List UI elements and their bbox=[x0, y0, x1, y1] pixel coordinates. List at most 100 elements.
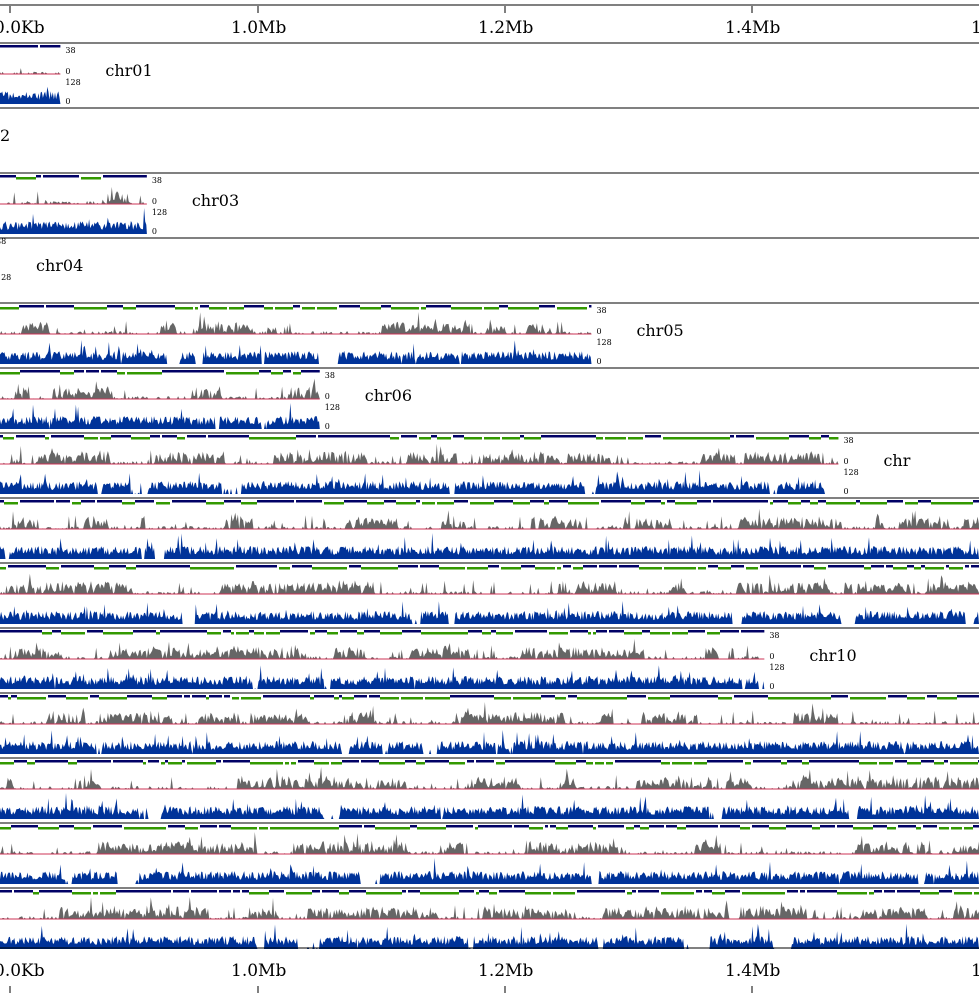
marker-block bbox=[24, 565, 34, 568]
marker-block bbox=[314, 695, 334, 698]
marker-block bbox=[180, 307, 193, 310]
marker-block bbox=[416, 762, 425, 765]
marker-block bbox=[695, 825, 711, 828]
marker-block bbox=[468, 630, 482, 633]
marker-block bbox=[627, 695, 646, 698]
marker-block bbox=[93, 892, 98, 895]
marker-block bbox=[113, 760, 131, 763]
marker-block bbox=[944, 760, 948, 763]
chromosome-label: chr04 bbox=[36, 256, 83, 275]
marker-block bbox=[931, 502, 945, 505]
marker-block bbox=[809, 760, 815, 763]
marker-block bbox=[173, 890, 189, 893]
marker-block bbox=[895, 760, 907, 763]
marker-block bbox=[918, 500, 931, 503]
marker-block bbox=[152, 697, 167, 700]
marker-block bbox=[123, 307, 136, 310]
marker-block bbox=[470, 502, 482, 505]
marker-block bbox=[244, 435, 249, 438]
marker-block bbox=[200, 762, 216, 765]
marker-block bbox=[792, 825, 812, 828]
bottom-coordinate-axis: 0.0Kb 1.0Mb 1.2Mb 1.4Mb 1 bbox=[0, 961, 979, 981]
marker-block bbox=[103, 632, 114, 635]
marker-block bbox=[25, 305, 44, 308]
marker-block bbox=[315, 630, 327, 633]
marker-block bbox=[93, 825, 111, 828]
marker-block bbox=[627, 565, 639, 568]
marker-block bbox=[568, 825, 576, 828]
marker-block bbox=[77, 760, 94, 763]
marker-block bbox=[148, 760, 159, 763]
marker-block bbox=[448, 632, 468, 635]
coverage-track bbox=[0, 403, 320, 429]
marker-block bbox=[581, 760, 586, 763]
marker-block bbox=[282, 695, 290, 698]
marker-block bbox=[582, 435, 596, 438]
marker-block bbox=[133, 630, 136, 633]
marker-block bbox=[264, 565, 277, 568]
marker-block bbox=[576, 825, 579, 828]
marker-block bbox=[476, 760, 494, 763]
marker-block bbox=[752, 825, 769, 828]
chromosome-label: chr06 bbox=[365, 386, 412, 405]
marker-block bbox=[111, 825, 122, 828]
marker-block bbox=[496, 632, 513, 635]
track-scale-label: 128 bbox=[152, 208, 167, 217]
track-scale-label: 128 bbox=[65, 78, 80, 87]
marker-block bbox=[339, 892, 349, 895]
marker-block bbox=[114, 632, 133, 635]
marker-block bbox=[499, 890, 514, 893]
marker-block bbox=[0, 435, 3, 438]
marker-block bbox=[608, 825, 614, 828]
marker-block bbox=[609, 890, 625, 893]
marker-block bbox=[353, 435, 371, 438]
marker-block bbox=[242, 827, 257, 830]
marker-block bbox=[175, 307, 180, 310]
marker-block bbox=[72, 892, 91, 895]
marker-block bbox=[570, 630, 579, 633]
marker-block bbox=[860, 502, 868, 505]
marker-block bbox=[572, 307, 587, 310]
marker-block bbox=[197, 567, 217, 570]
marker-block bbox=[0, 762, 9, 765]
marker-block bbox=[769, 827, 786, 830]
marker-block bbox=[209, 695, 222, 698]
marker-block bbox=[177, 437, 185, 440]
marker-block bbox=[569, 435, 582, 438]
marker-block bbox=[645, 500, 656, 503]
marker-block bbox=[667, 500, 675, 503]
axis-tick-label: 1.2Mb bbox=[478, 961, 533, 981]
track-scale-label: 38 bbox=[0, 237, 6, 246]
marker-block bbox=[172, 630, 181, 633]
marker-block bbox=[66, 697, 83, 700]
marker-block bbox=[939, 890, 952, 893]
marker-block bbox=[421, 632, 429, 635]
marker-block bbox=[624, 632, 642, 635]
marker-block bbox=[201, 370, 207, 373]
marker-block bbox=[765, 437, 783, 440]
axis-tick-label: 1.4Mb bbox=[725, 18, 780, 38]
marker-block bbox=[283, 370, 291, 373]
marker-block bbox=[554, 435, 569, 438]
track-scale-label: 38 bbox=[596, 306, 606, 315]
marker-block bbox=[712, 892, 725, 895]
marker-block bbox=[45, 437, 49, 440]
marker-block bbox=[568, 502, 586, 505]
marker-block bbox=[226, 372, 236, 375]
track-scale-label: 0 bbox=[65, 97, 70, 106]
marker-block bbox=[479, 890, 489, 893]
marker-block bbox=[231, 827, 242, 830]
marker-block bbox=[949, 567, 963, 570]
marker-block bbox=[898, 825, 907, 828]
axis-tick-label: 0.0Kb bbox=[0, 961, 45, 981]
marker-block bbox=[442, 305, 451, 308]
marker-block bbox=[449, 762, 465, 765]
marker-block bbox=[76, 565, 94, 568]
marker-block bbox=[850, 697, 869, 700]
marker-block bbox=[425, 760, 443, 763]
marker-block bbox=[661, 502, 665, 505]
marker-block bbox=[165, 760, 168, 763]
marker-block bbox=[675, 502, 687, 505]
marker-block bbox=[366, 892, 378, 895]
marker-block bbox=[768, 697, 780, 700]
